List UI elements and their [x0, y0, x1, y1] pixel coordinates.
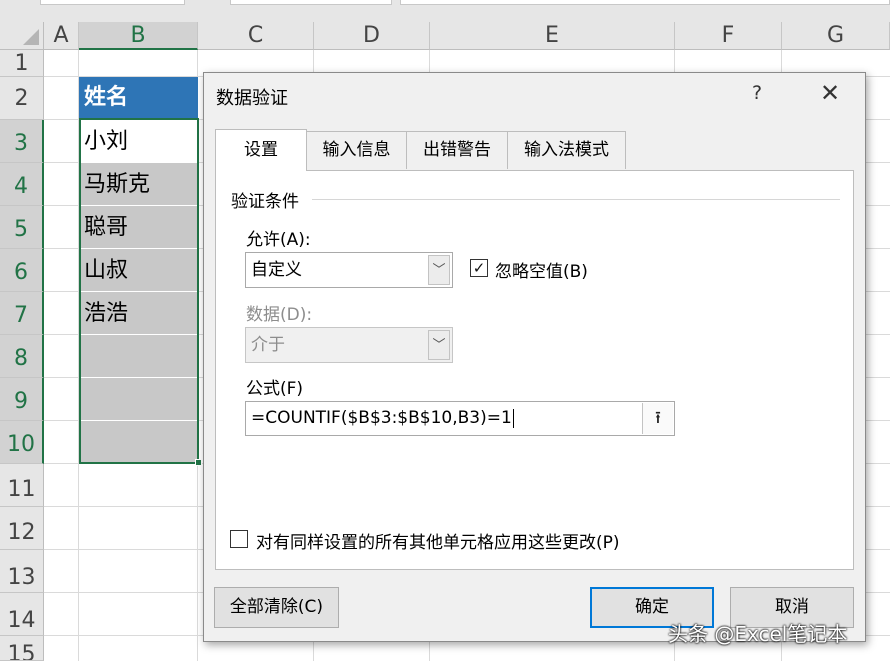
formula-label: 公式(F) [246, 379, 304, 399]
tab-settings[interactable]: 设置 [215, 129, 307, 171]
allow-select-value: 自定义 [251, 260, 302, 280]
settings-panel: 验证条件 允许(A): 自定义 ﹀ ✓ 忽略空值(B) 数据(D): 介于 ﹀ … [215, 170, 854, 570]
row-header-6[interactable]: 6 [0, 249, 44, 292]
tab-error-alert[interactable]: 出错警告 [406, 131, 508, 169]
data-label: 数据(D): [246, 305, 313, 325]
column-header-e[interactable]: E [430, 22, 675, 50]
column-header-b[interactable]: B [79, 22, 198, 50]
cell-b2-header[interactable]: 姓名 [79, 77, 198, 119]
watermark: 头条 @Excel笔记本 [668, 622, 848, 646]
row-header-14[interactable]: 14 [0, 593, 44, 636]
tab-ime-mode[interactable]: 输入法模式 [507, 131, 626, 169]
data-select: 介于 ﹀ [245, 327, 453, 363]
select-all-corner[interactable] [0, 22, 44, 50]
formula-text: =COUNTIF($B$3:$B$10,B3)=1 [251, 408, 512, 428]
apply-all-label[interactable]: 对有同样设置的所有其他单元格应用这些更改(P) [256, 528, 620, 553]
select-all-triangle-icon [23, 29, 39, 45]
apply-all-checkbox[interactable] [230, 530, 248, 548]
ignore-blank-checkbox[interactable]: ✓ [470, 259, 488, 277]
data-select-value: 介于 [251, 335, 285, 355]
allow-label: 允许(A): [246, 230, 311, 250]
row-header-3[interactable]: 3 [0, 120, 44, 163]
chevron-down-icon[interactable]: ﹀ [428, 255, 450, 285]
row-header-8[interactable]: 8 [0, 335, 44, 378]
selection-border [79, 118, 199, 464]
column-header-d[interactable]: D [314, 22, 430, 50]
column-header-c[interactable]: C [198, 22, 314, 50]
row-header-4[interactable]: 4 [0, 163, 44, 206]
row-header-13[interactable]: 13 [0, 550, 44, 593]
check-icon: ✓ [472, 259, 486, 277]
row-header-10[interactable]: 10 [0, 421, 44, 464]
column-header-g[interactable]: G [782, 22, 890, 50]
formula-bar-strip [0, 0, 890, 22]
chevron-down-icon: ﹀ [428, 330, 450, 360]
column-header-a[interactable]: A [44, 22, 79, 50]
clear-all-button[interactable]: 全部清除(C) [214, 587, 339, 628]
fill-handle[interactable] [195, 459, 202, 466]
formula-input[interactable]: =COUNTIF($B$3:$B$10,B3)=1 ⭱ [245, 401, 675, 436]
data-validation-dialog: 数据验证 ? ✕ 设置 输入信息 出错警告 输入法模式 验证条件 允许(A): … [203, 72, 866, 642]
name-box[interactable] [40, 0, 185, 5]
dialog-title: 数据验证 [216, 88, 288, 109]
formula-bar-left[interactable] [230, 0, 392, 5]
range-collapse-icon[interactable]: ⭱ [642, 403, 673, 434]
help-button[interactable]: ? [752, 82, 762, 104]
column-header-f[interactable]: F [675, 22, 782, 50]
ignore-blank-label[interactable]: 忽略空值(B) [495, 257, 588, 282]
row-header-5[interactable]: 5 [0, 206, 44, 249]
text-caret [512, 408, 514, 428]
row-header-9[interactable]: 9 [0, 378, 44, 421]
row-header-2[interactable]: 2 [0, 77, 44, 120]
row-header-15[interactable]: 15 [0, 636, 44, 661]
validation-criteria-title: 验证条件 [231, 192, 299, 212]
formula-bar-input[interactable] [400, 0, 890, 5]
tab-input-message[interactable]: 输入信息 [306, 131, 407, 169]
row-header-11[interactable]: 11 [0, 464, 44, 507]
section-divider [312, 199, 840, 200]
row-header-12[interactable]: 12 [0, 507, 44, 550]
close-icon[interactable]: ✕ [820, 81, 840, 105]
allow-select[interactable]: 自定义 ﹀ [245, 252, 453, 288]
row-header-1[interactable]: 1 [0, 50, 44, 77]
row-header-7[interactable]: 7 [0, 292, 44, 335]
